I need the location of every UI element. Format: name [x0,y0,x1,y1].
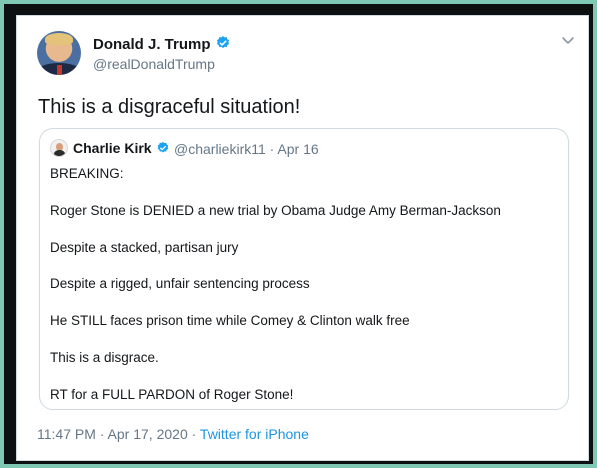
tweet-card: Donald J. Trump @realDonaldTrump This is… [16,15,589,461]
tweet-footer: 11:47 PM · Apr 17, 2020 · Twitter for iP… [37,426,309,442]
quoted-tweet[interactable]: Charlie Kirk @charliekirk11 · Apr 16 BRE… [39,128,569,410]
author-name-text[interactable]: Donald J. Trump [93,36,211,53]
tweet-text: This is a disgraceful situation! [38,96,301,118]
quoted-author-name[interactable]: Charlie Kirk [73,140,170,158]
quoted-tweet-line: He STILL faces prison time while Comey &… [50,313,410,329]
quoted-author-avatar[interactable] [50,139,68,157]
quoted-tweet-line: Despite a rigged, unfair sentencing proc… [50,276,310,292]
quoted-tweet-line: This is a disgrace. [50,349,159,365]
author-name[interactable]: Donald J. Trump [93,35,231,55]
verified-badge-icon [156,141,170,158]
verified-badge-icon [215,35,231,55]
author-handle[interactable]: @realDonaldTrump [93,56,215,72]
quoted-tweet-meta[interactable]: @charliekirk11 · Apr 16 [174,141,319,157]
avatar-hair [45,33,73,45]
quoted-tweet-body: BREAKING: Roger Stone is DENIED a new tr… [50,165,560,423]
tweet-source-link[interactable]: Twitter for iPhone [200,426,309,442]
quoted-tweet-line: Despite a stacked, partisan jury [50,239,239,255]
quoted-tweet-line: RT for a FULL PARDON of Roger Stone! [50,386,294,402]
chevron-down-icon[interactable] [560,32,576,48]
tweet-timestamp[interactable]: 11:47 PM · Apr 17, 2020 · [37,426,200,442]
author-avatar[interactable] [37,31,81,75]
quoted-tweet-line: BREAKING: [50,166,124,181]
quoted-tweet-line: Roger Stone is DENIED a new trial by Oba… [50,202,501,218]
frame-border: Donald J. Trump @realDonaldTrump This is… [4,4,593,464]
avatar-tie [57,65,62,75]
quoted-author-name-text[interactable]: Charlie Kirk [73,140,152,156]
quoted-avatar-body [54,150,65,156]
